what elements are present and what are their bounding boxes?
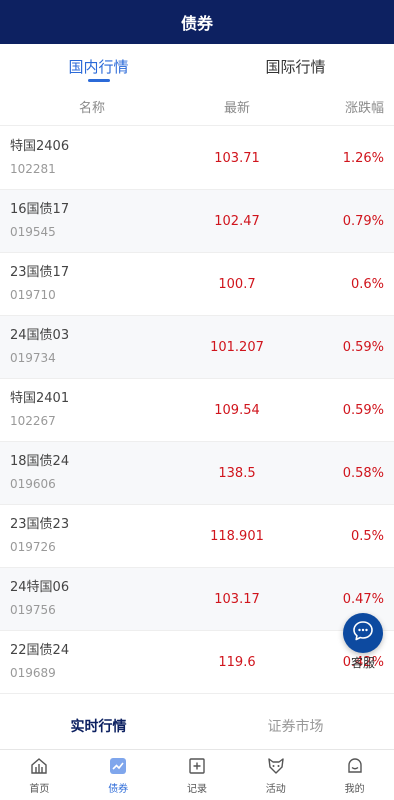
bond-name-cell: 18国债24 019606 bbox=[0, 452, 184, 494]
tab-label: 国内行情 bbox=[68, 57, 129, 76]
bond-code: 019606 bbox=[10, 477, 56, 491]
bond-name: 16国债17 bbox=[10, 202, 70, 217]
bond-name: 23国债23 bbox=[10, 517, 70, 532]
bond-row[interactable]: 特国2406 102281 103.71 1.26% bbox=[0, 127, 394, 190]
tab-domestic-market[interactable]: 国内行情 bbox=[0, 44, 197, 88]
bond-change: 1.26% bbox=[342, 150, 384, 166]
column-header-latest: 最新 bbox=[223, 101, 250, 116]
bond-name-cell: 23国债23 019726 bbox=[0, 515, 184, 557]
customer-service-button[interactable] bbox=[343, 613, 383, 653]
bond-row[interactable]: 23国债23 019726 118.901 0.5% bbox=[0, 505, 394, 568]
bond-change: 0.59% bbox=[342, 339, 384, 355]
tabbar-item-profile[interactable]: 我的 bbox=[315, 750, 394, 800]
bond-name-cell: 24国债03 019734 bbox=[0, 326, 184, 368]
column-header-change: 涨跌幅 bbox=[344, 101, 384, 116]
bond-row[interactable]: 23国债17 019710 100.7 0.6% bbox=[0, 253, 394, 316]
chat-bubble-icon bbox=[351, 619, 375, 647]
bond-code: 019689 bbox=[10, 666, 56, 680]
bond-row[interactable]: 18国债24 019606 138.5 0.58% bbox=[0, 442, 394, 505]
bond-name-cell: 特国2401 102267 bbox=[0, 389, 184, 431]
bond-code: 019710 bbox=[10, 288, 56, 302]
tabbar-item-home[interactable]: 首页 bbox=[0, 750, 79, 800]
customer-service-label[interactable]: 客服 bbox=[344, 654, 382, 671]
bond-change: 0.79% bbox=[342, 213, 384, 229]
tabbar-label: 首页 bbox=[29, 784, 50, 795]
bond-code: 102281 bbox=[10, 162, 56, 176]
bond-change: 0.59% bbox=[342, 402, 384, 418]
bottom-tab-bar: 首页 债券 记录 活动 我的 bbox=[0, 750, 394, 800]
tab-active-indicator bbox=[87, 79, 110, 82]
bond-name: 24国债03 bbox=[10, 328, 70, 343]
bond-price: 118.901 bbox=[210, 528, 264, 544]
bond-code: 019726 bbox=[10, 540, 56, 554]
bond-row[interactable]: 16国债17 019545 102.47 0.79% bbox=[0, 190, 394, 253]
bond-price: 100.7 bbox=[218, 276, 256, 292]
home-icon bbox=[28, 755, 50, 777]
bond-row[interactable]: 24特国06 019756 103.17 0.47% bbox=[0, 568, 394, 631]
bond-change: 0.58% bbox=[342, 465, 384, 481]
table-header: 名称 最新 涨跌幅 bbox=[0, 88, 394, 126]
bond-price: 102.47 bbox=[214, 213, 260, 229]
tabbar-item-bonds[interactable]: 债券 bbox=[79, 750, 158, 800]
bond-chart-icon bbox=[107, 755, 129, 777]
tabbar-label: 记录 bbox=[186, 784, 207, 795]
record-plus-icon bbox=[186, 755, 208, 777]
bond-row[interactable]: 22国债24 019689 119.6 0.42% bbox=[0, 631, 394, 694]
bond-price: 103.71 bbox=[214, 150, 260, 166]
bond-name: 22国债24 bbox=[10, 643, 70, 658]
bond-name-cell: 22国债24 019689 bbox=[0, 641, 184, 683]
bond-price: 138.5 bbox=[218, 465, 256, 481]
bond-code: 019734 bbox=[10, 351, 56, 365]
bond-change: 0.6% bbox=[350, 276, 384, 292]
subnav-label: 实时行情 bbox=[70, 718, 127, 735]
bond-code: 019756 bbox=[10, 603, 56, 617]
bond-change: 0.47% bbox=[342, 591, 384, 607]
tabbar-label: 活动 bbox=[265, 784, 286, 795]
bond-name: 24特国06 bbox=[10, 580, 70, 595]
bond-code: 019545 bbox=[10, 225, 56, 239]
tab-international-market[interactable]: 国际行情 bbox=[197, 44, 394, 88]
bond-code: 102267 bbox=[10, 414, 56, 428]
column-header-name: 名称 bbox=[78, 101, 105, 116]
bond-price: 119.6 bbox=[218, 654, 256, 670]
subnav-realtime-quotes[interactable]: 实时行情 bbox=[0, 702, 197, 749]
activity-fox-icon bbox=[265, 755, 287, 777]
bond-name: 23国债17 bbox=[10, 265, 70, 280]
subnav-securities-market[interactable]: 证券市场 bbox=[197, 702, 394, 749]
tabbar-item-activity[interactable]: 活动 bbox=[236, 750, 315, 800]
bond-name-cell: 24特国06 019756 bbox=[0, 578, 184, 620]
sub-navigation: 实时行情 证券市场 bbox=[0, 702, 394, 750]
bond-change: 0.5% bbox=[350, 528, 384, 544]
tabbar-label: 债券 bbox=[108, 784, 129, 795]
tab-label: 国际行情 bbox=[265, 57, 326, 76]
bond-price: 103.17 bbox=[214, 591, 260, 607]
bond-price: 109.54 bbox=[214, 402, 260, 418]
bond-name: 特国2401 bbox=[10, 391, 70, 406]
bond-price: 101.207 bbox=[210, 339, 264, 355]
tabbar-label: 我的 bbox=[344, 784, 365, 795]
bond-row[interactable]: 特国2401 102267 109.54 0.59% bbox=[0, 379, 394, 442]
tabbar-item-records[interactable]: 记录 bbox=[158, 750, 237, 800]
bond-name-cell: 16国债17 019545 bbox=[0, 200, 184, 242]
profile-smile-icon bbox=[344, 755, 366, 777]
bond-name: 特国2406 bbox=[10, 139, 70, 154]
bond-list: 特国2406 102281 103.71 1.26% 16国债17 019545… bbox=[0, 127, 394, 694]
bond-name-cell: 23国债17 019710 bbox=[0, 263, 184, 305]
market-tabs: 国内行情 国际行情 bbox=[0, 44, 394, 88]
bond-name: 18国债24 bbox=[10, 454, 70, 469]
app-header: 债券 bbox=[0, 0, 394, 44]
bond-row[interactable]: 24国债03 019734 101.207 0.59% bbox=[0, 316, 394, 379]
bond-name-cell: 特国2406 102281 bbox=[0, 137, 184, 179]
subnav-label: 证券市场 bbox=[267, 718, 324, 735]
page-title: 债券 bbox=[180, 14, 213, 33]
